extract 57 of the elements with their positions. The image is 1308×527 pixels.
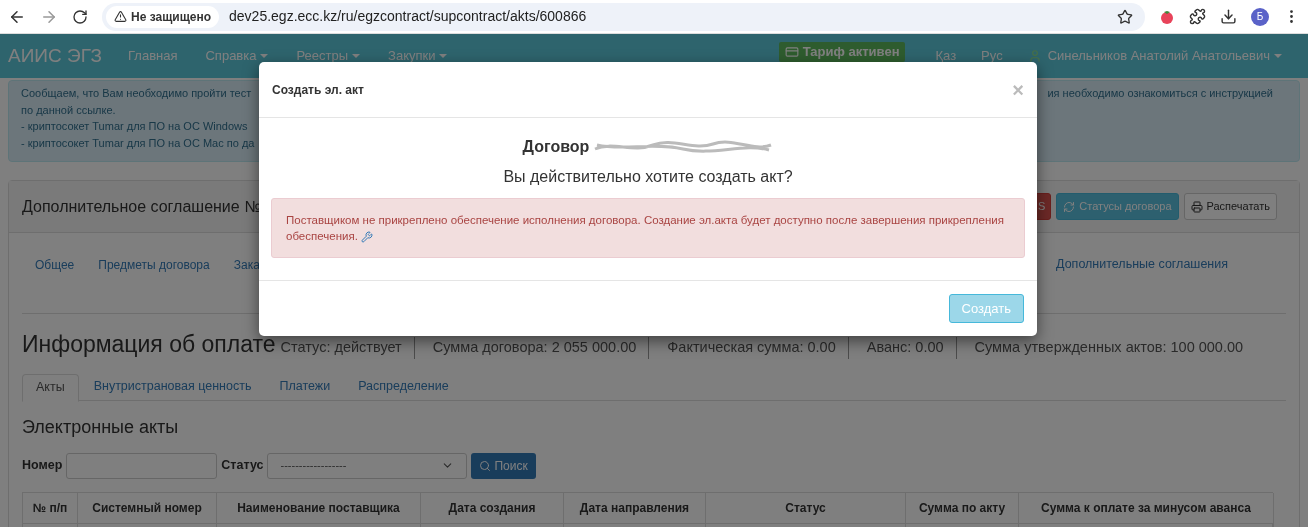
wrench-icon [361,230,374,243]
error-alert: Поставщиком не прикреплено обеспечение исполнения договора. Создание эл.акта будет доступно после завершения прикрепления обеспечения. [271,198,1025,258]
search-button[interactable]: Поиск [471,452,536,479]
refresh-icon [1063,200,1076,213]
payment-stat: Сумма утвержденных актов: 100 000.00 [974,338,1245,357]
url-text: dev25.egz.ecc.kz/ru/egzcontract/supcontract/akts/600866 [229,7,588,26]
payment-stat: Фактическая сумма: 0.00 [667,337,849,359]
brand-title[interactable]: АИИС ЭГЗ [8,41,102,71]
notice-text: Сообщаем, что Вам необходимо пройти тест [21,86,252,101]
security-chip[interactable]: Не защищено [106,5,220,28]
address-bar[interactable]: Не защищено dev25.egz.ecc.kz/ru/egzcontract/supcontract/akts/600866 [102,2,1145,31]
payment-tab[interactable]: Распределение [345,373,462,400]
search-icon [479,459,492,472]
extensions-icon[interactable] [1189,8,1206,25]
number-label: Номер [22,457,63,475]
warning-icon [114,10,127,23]
language-link[interactable]: Қаз [935,46,957,66]
nav-link[interactable]: Справка [205,46,269,66]
card-icon [784,45,799,59]
notice-text: ия необходимо ознакомиться с инструкцией [1047,86,1273,101]
panel-tab[interactable]: Предметы договора [86,255,222,274]
panel-tab[interactable]: Общее [23,255,87,274]
contract-label: Договор [522,137,590,157]
payment-stat: Статус: действует [280,337,415,359]
nav-link[interactable]: Реестры [296,46,361,66]
contract-statuses-button[interactable]: Статусы договора [1056,193,1179,220]
caret-icon [1274,54,1282,58]
dialog-title: Создать эл. акт [272,81,365,99]
nav-link[interactable]: Закупки [388,46,448,66]
panel-tab[interactable]: Дополнительные соглашения [1043,255,1241,274]
number-input-field[interactable] [66,452,218,479]
payment-stat: Сумма договора: 2 055 000.00 [432,337,650,359]
user-menu[interactable]: Синельников Анатолий Анатольевич [1047,46,1282,66]
notice-text: - криптосокет Tumar для ПО на ОС Mac по да [21,135,255,151]
download-icon[interactable] [1220,8,1237,25]
tariff-badge: Тариф активен [778,42,906,62]
status-select[interactable]: ------------------ [267,452,468,479]
print-button[interactable]: Распечатать [1183,193,1277,220]
section-heading: Информация об оплате [22,330,276,359]
payment-stat: Аванс: 0.00 [866,337,957,359]
user-icon [1027,49,1042,63]
nav-link[interactable]: Главная [128,46,178,66]
close-button[interactable]: × [1012,79,1024,100]
payment-tab[interactable]: Внутристрановая ценность [80,373,265,400]
acts-heading: Электронные акты [22,415,180,439]
printer-icon [1190,200,1203,213]
confirmation-question: Вы действительно хотите создать акт? [503,167,793,187]
notice-text: по данной ссылке. [21,102,116,118]
payment-tab[interactable]: Акты [22,373,79,402]
strawberry-icon[interactable] [1159,8,1175,25]
profile-avatar[interactable]: Б [1251,7,1269,26]
notice-text: - криптосокет Tumar для ПО на ОС Windows [21,119,248,134]
status-label: Статус [221,457,264,475]
payment-tab[interactable]: Платежи [266,373,344,400]
bookmark-star-icon[interactable] [1117,8,1133,25]
language-link[interactable]: Рус [981,46,1003,66]
reload-icon[interactable] [72,8,88,25]
